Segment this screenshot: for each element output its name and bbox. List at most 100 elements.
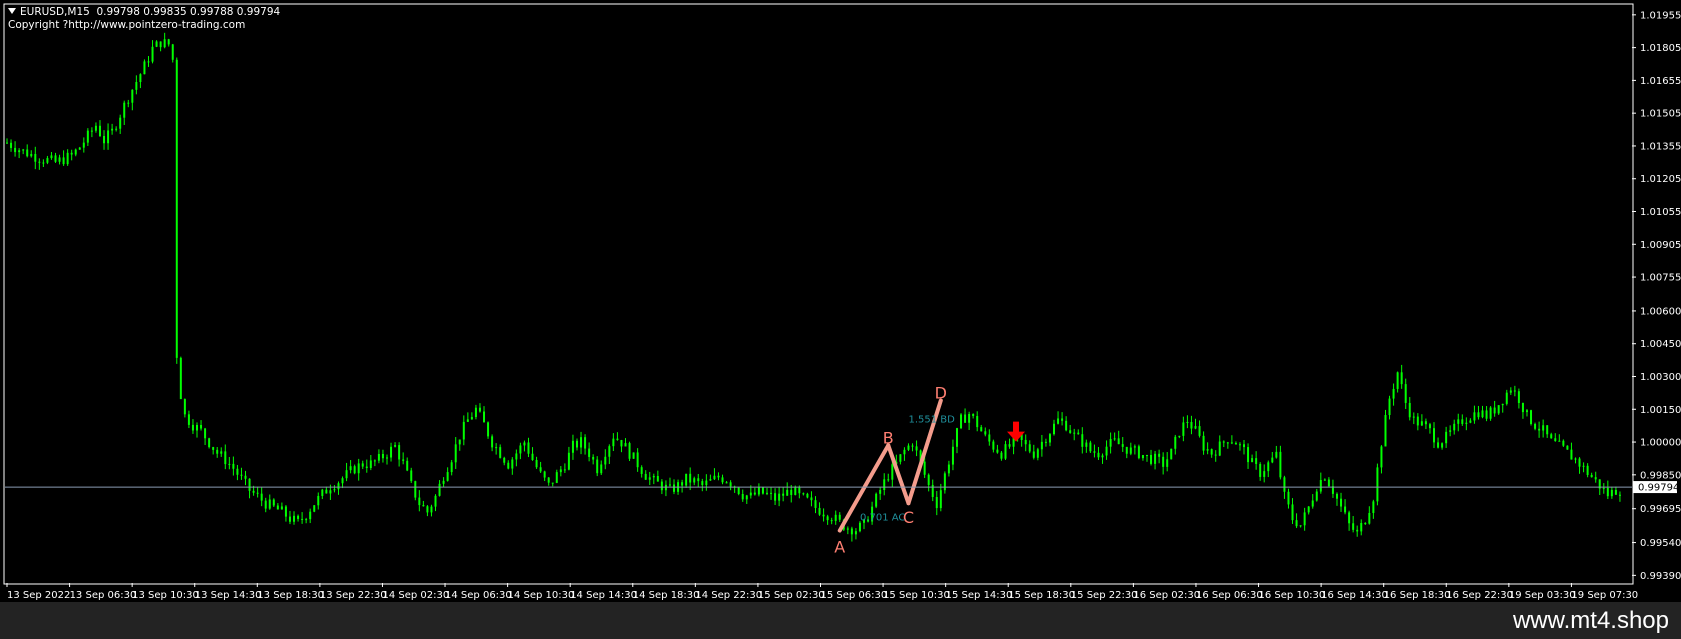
candle-body <box>1275 451 1278 458</box>
candle-body <box>992 441 995 450</box>
candle-body <box>1291 504 1294 521</box>
candle-body <box>34 153 37 162</box>
candle-body <box>592 456 595 460</box>
candle-body <box>474 407 477 418</box>
candle-body <box>276 505 279 510</box>
candle-body <box>1230 442 1233 444</box>
candle-body <box>1226 442 1229 444</box>
candle-body <box>131 89 134 103</box>
ohlc-values: 0.99798 0.99835 0.99788 0.99794 <box>96 6 281 18</box>
pattern-point-d: D <box>935 384 947 403</box>
candle-body <box>1376 467 1379 502</box>
candle-body <box>18 150 21 153</box>
candle-body <box>834 514 837 521</box>
candle-body <box>191 424 194 431</box>
candle-body <box>394 445 397 447</box>
candle-body <box>1437 442 1440 448</box>
pattern-ratio-label: 1.551 BD <box>908 414 955 425</box>
candle-body <box>38 161 41 163</box>
candle-body <box>50 155 53 159</box>
candle-body <box>980 427 983 432</box>
candle-body <box>139 74 142 83</box>
candle-body <box>1525 410 1528 413</box>
candle-body <box>1586 465 1589 475</box>
candle-body <box>1065 420 1068 431</box>
x-tick-label: 15 Sep 02:30 <box>758 590 825 601</box>
candle-body <box>571 440 574 453</box>
candle-body <box>224 451 227 465</box>
candle-body <box>1449 430 1452 432</box>
candle-body <box>175 59 178 358</box>
candle-body <box>822 514 825 517</box>
candle-body <box>74 149 77 155</box>
candle-body <box>1340 498 1343 507</box>
candle-body <box>305 519 308 521</box>
candle-body <box>1509 390 1512 393</box>
candle-body <box>127 102 130 104</box>
candle-body <box>147 61 150 63</box>
candle-body <box>713 475 716 480</box>
candle-body <box>887 479 890 481</box>
current-price-label: 0.99794 <box>1638 483 1679 494</box>
candle-body <box>1574 458 1577 460</box>
candle-body <box>814 500 817 508</box>
x-tick-label: 13 Sep 18:30 <box>257 590 324 601</box>
candle-body <box>434 495 437 507</box>
candle-body <box>14 147 17 153</box>
candle-body <box>1485 410 1488 419</box>
candle-body <box>288 516 291 522</box>
candle-body <box>228 463 231 465</box>
candle-body <box>737 487 740 495</box>
y-tick-label: 1.00755 <box>1640 273 1681 284</box>
candle-body <box>1214 454 1217 456</box>
collapse-triangle-icon[interactable] <box>8 8 16 14</box>
candle-body <box>547 477 550 483</box>
candle-body <box>1145 454 1148 456</box>
y-tick-label: 1.01355 <box>1640 141 1681 152</box>
candle-body <box>349 466 352 471</box>
candle-body <box>1566 445 1569 450</box>
candle-body <box>1170 448 1173 460</box>
candle-body <box>317 495 320 506</box>
candle-body <box>390 446 393 458</box>
candle-body <box>103 136 106 144</box>
candle-body <box>442 480 445 484</box>
candle-body <box>111 128 114 131</box>
candle-body <box>1081 434 1084 447</box>
candle-body <box>1380 446 1383 468</box>
plot-frame <box>3 3 1634 585</box>
candle-body <box>1101 455 1104 458</box>
candle-body <box>70 152 73 155</box>
candle-body <box>208 438 211 448</box>
candle-body <box>1517 391 1520 404</box>
candle-body <box>972 414 975 417</box>
candle-body <box>86 130 89 143</box>
candle-body <box>1344 506 1347 513</box>
bid-line: 0.99794 <box>5 481 1679 494</box>
candle-body <box>135 82 138 90</box>
candle-body <box>1534 423 1537 429</box>
candle-body <box>450 462 453 473</box>
candle-body <box>195 424 198 431</box>
candle-body <box>749 492 752 496</box>
candle-body <box>608 446 611 457</box>
candle-body <box>1267 462 1270 472</box>
candle-body <box>1210 449 1213 455</box>
candle-body <box>1113 438 1116 440</box>
candle-body <box>1186 422 1189 424</box>
candle-body <box>216 449 219 454</box>
candle-body <box>321 489 324 496</box>
candle-body <box>1129 447 1132 454</box>
candle-body <box>927 474 930 485</box>
x-tick-label: 14 Sep 02:30 <box>382 590 449 601</box>
candle-body <box>6 142 8 144</box>
price-chart[interactable]: 1.01955 1.01805 1.01655 1.01505 1.01355 1.012… <box>0 0 1681 602</box>
candle-body <box>200 424 203 429</box>
candle-body <box>1530 410 1533 424</box>
candle-body <box>462 421 465 440</box>
candle-body <box>458 439 461 445</box>
x-tick-label: 13 Sep 06:30 <box>70 590 137 601</box>
candle-body <box>309 511 312 520</box>
candle-body <box>478 407 481 412</box>
candle-body <box>883 479 886 491</box>
